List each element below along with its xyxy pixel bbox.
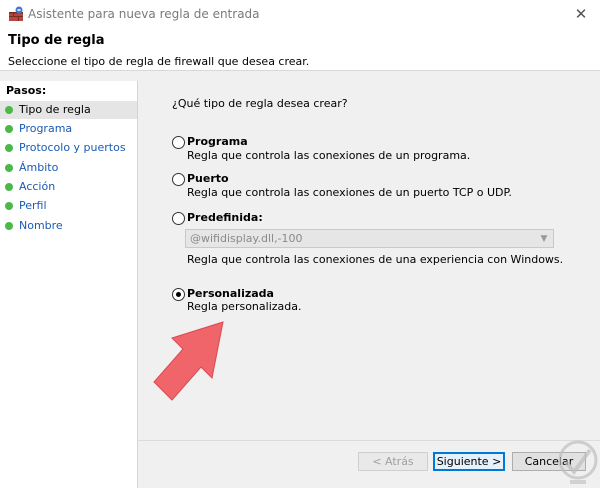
step-status-icon <box>5 164 13 172</box>
sidebar-item-tipo-de-regla[interactable]: Tipo de regla <box>0 101 137 119</box>
step-status-icon <box>5 202 13 210</box>
header-divider <box>0 70 600 71</box>
page-title: Tipo de regla <box>8 33 105 48</box>
footer-divider <box>138 440 600 441</box>
next-button[interactable]: Siguiente > <box>433 452 505 471</box>
watermark-logo-icon <box>558 440 598 484</box>
option-programa-description: Regla que controla las conexiones de un … <box>187 149 471 162</box>
radio-personalizada[interactable] <box>172 288 185 301</box>
predefined-rule-value: @wifidisplay.dll,-100 <box>190 232 303 245</box>
sidebar-item-label: Perfil <box>19 199 47 212</box>
step-status-icon <box>5 106 13 114</box>
step-status-icon <box>5 125 13 133</box>
sidebar-item-ambito[interactable]: Ámbito <box>0 159 137 177</box>
rule-type-question: ¿Qué tipo de regla desea crear? <box>172 97 348 110</box>
step-status-icon <box>5 144 13 152</box>
option-puerto-description: Regla que controla las conexiones de un … <box>187 186 512 199</box>
radio-programa[interactable] <box>172 136 185 149</box>
window-title: Asistente para nueva regla de entrada <box>28 7 260 21</box>
close-icon: ✕ <box>574 5 588 23</box>
firewall-app-icon <box>9 6 23 21</box>
chevron-down-icon: ▼ <box>540 233 548 244</box>
sidebar-item-label: Ámbito <box>19 161 59 174</box>
sidebar-item-accion[interactable]: Acción <box>0 178 137 196</box>
step-status-icon <box>5 222 13 230</box>
steps-heading: Pasos: <box>6 84 47 97</box>
back-button[interactable]: < Atrás <box>358 452 428 471</box>
sidebar-item-label: Nombre <box>19 219 63 232</box>
sidebar-item-label: Programa <box>19 122 73 135</box>
radio-puerto[interactable] <box>172 173 185 186</box>
sidebar-item-protocolo-y-puertos[interactable]: Protocolo y puertos <box>0 139 137 157</box>
sidebar-item-label: Protocolo y puertos <box>19 141 126 154</box>
annotation-arrow-icon <box>153 321 224 401</box>
predefined-rule-select[interactable]: @wifidisplay.dll,-100 ▼ <box>185 229 554 248</box>
option-personalizada-description: Regla personalizada. <box>187 300 302 313</box>
sidebar-item-label: Acción <box>19 180 56 193</box>
option-predefinida-label[interactable]: Predefinida: <box>187 211 263 224</box>
option-programa-label[interactable]: Programa <box>187 135 248 148</box>
option-personalizada-label[interactable]: Personalizada <box>187 287 274 300</box>
radio-predefinida[interactable] <box>172 212 185 225</box>
step-status-icon <box>5 183 13 191</box>
close-button[interactable]: ✕ <box>566 3 596 25</box>
page-subtitle: Seleccione el tipo de regla de firewall … <box>8 55 310 68</box>
sidebar-item-programa[interactable]: Programa <box>0 120 137 138</box>
option-predefinida-description: Regla que controla las conexiones de una… <box>187 253 564 266</box>
sidebar-item-nombre[interactable]: Nombre <box>0 217 137 235</box>
sidebar-item-perfil[interactable]: Perfil <box>0 197 137 215</box>
sidebar-item-label: Tipo de regla <box>19 103 91 116</box>
option-puerto-label[interactable]: Puerto <box>187 172 229 185</box>
